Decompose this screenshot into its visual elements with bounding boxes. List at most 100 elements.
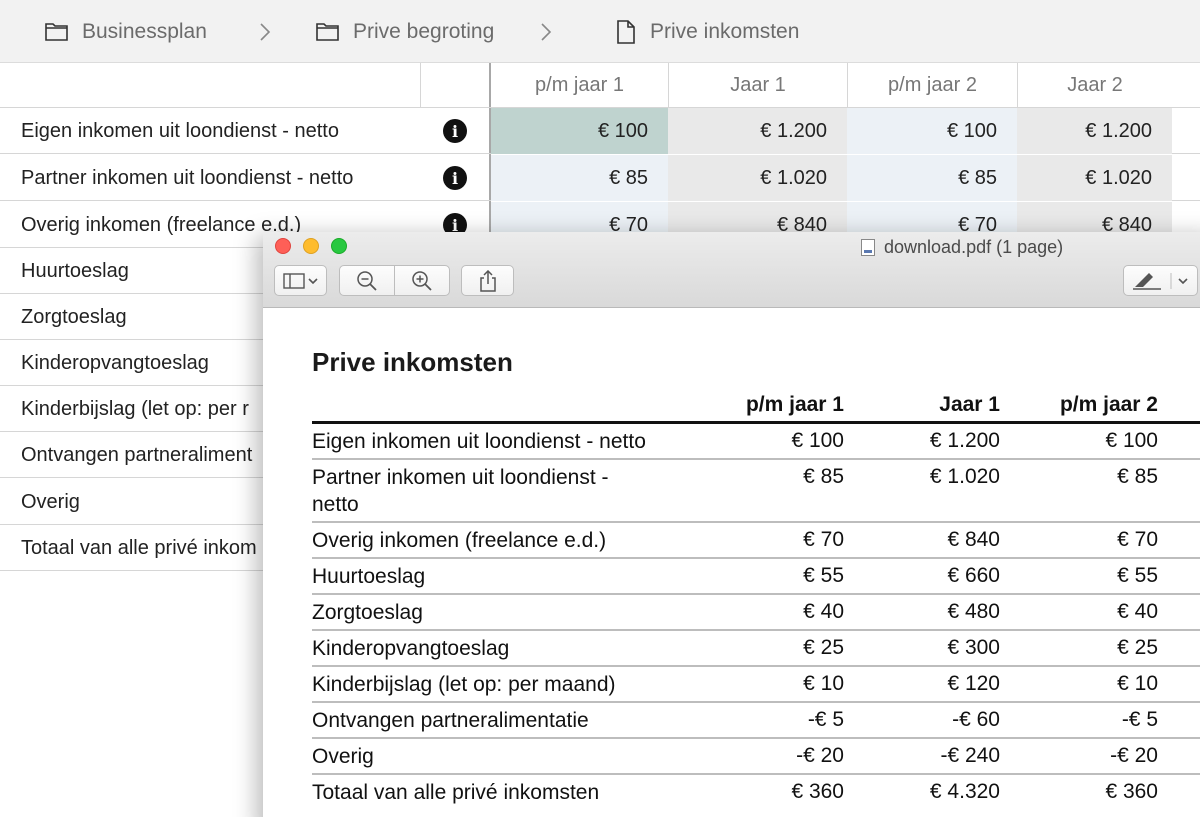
- breadcrumb-item-prive-inkomsten[interactable]: Prive inkomsten: [616, 0, 799, 63]
- table-cell: € 10: [803, 672, 844, 695]
- sheet-header-row: p/m jaar 1 Jaar 1 p/m jaar 2 Jaar 2: [0, 63, 1200, 108]
- table-cell[interactable]: € 100: [847, 108, 1017, 154]
- zoom-out-button[interactable]: [339, 265, 395, 296]
- table-cell: € 40: [803, 600, 844, 623]
- row-label: Kinderopvangtoeslag: [312, 637, 510, 660]
- breadcrumb-label: Prive inkomsten: [650, 19, 800, 43]
- preview-window: download.pdf (1 page) Prive inkomsten p/…: [263, 232, 1200, 817]
- chevron-right-icon: [540, 0, 552, 63]
- document-title: Prive inkomsten: [312, 347, 513, 377]
- table-cell: € 100: [791, 429, 844, 452]
- row-label: Zorgtoeslag: [21, 305, 127, 328]
- row-label: Zorgtoeslag: [312, 601, 423, 624]
- table-cell: € 360: [791, 780, 844, 803]
- table-cell: € 10: [1117, 672, 1158, 695]
- info-icon[interactable]: i: [443, 166, 467, 190]
- table-cell[interactable]: € 1.020: [1017, 155, 1172, 201]
- share-icon: [479, 269, 496, 292]
- table-cell[interactable]: € 85: [847, 155, 1017, 201]
- table-row: Partner inkomen uit loondienst - netto €…: [312, 460, 1200, 523]
- breadcrumb-label: Businessplan: [82, 19, 207, 43]
- breadcrumb: Businessplan Prive begroting Prive inkom…: [0, 0, 1200, 63]
- table-cell: € 55: [803, 564, 844, 587]
- table-cell: -€ 240: [940, 744, 1000, 767]
- table-cell: € 70: [1117, 528, 1158, 551]
- table-cell[interactable]: € 1.200: [1017, 108, 1172, 154]
- table-cell: € 1.020: [929, 465, 1000, 488]
- minimize-window-button[interactable]: [303, 238, 319, 254]
- column-header[interactable]: Jaar 2: [1017, 63, 1172, 108]
- zoom-window-button[interactable]: [331, 238, 347, 254]
- document-icon: [617, 19, 635, 44]
- column-header: p/m jaar 1: [745, 392, 844, 416]
- zoom-in-icon: [412, 270, 432, 291]
- column-header[interactable]: Jaar 1: [668, 63, 847, 108]
- table-cell: -€ 60: [952, 708, 1000, 731]
- table-cell: € 25: [1117, 636, 1158, 659]
- row-label: Huurtoeslag: [21, 259, 129, 282]
- breadcrumb-label: Prive begroting: [353, 19, 495, 43]
- row-label: Overig inkomen (freelance e.d.): [21, 213, 302, 236]
- close-window-button[interactable]: [275, 238, 291, 254]
- table-cell: € 85: [1117, 465, 1158, 488]
- info-icon[interactable]: i: [443, 119, 467, 143]
- pdf-file-icon: [861, 239, 875, 256]
- column-header: p/m jaar 2: [1059, 392, 1158, 416]
- window-title-text: download.pdf (1 page): [884, 237, 1064, 257]
- row-label: Kinderopvangtoeslag: [21, 351, 209, 374]
- breadcrumb-item-prive-begroting[interactable]: Prive begroting: [316, 0, 494, 63]
- column-header[interactable]: p/m jaar 1: [491, 63, 668, 108]
- row-label-line: Partner inkomen uit loondienst -: [312, 466, 609, 489]
- table-cell[interactable]: € 85: [491, 155, 668, 201]
- sidebar-toggle-icon: [282, 272, 318, 289]
- window-titlebar: download.pdf (1 page): [263, 232, 1200, 308]
- folder-icon: [45, 23, 68, 41]
- column-header[interactable]: p/m jaar 2: [847, 63, 1017, 108]
- row-label: Ontvangen partneraliment: [21, 443, 253, 466]
- row-label: Partner inkomen uit loondienst - netto: [21, 166, 354, 189]
- row-label: Overig inkomen (freelance e.d.): [312, 529, 607, 552]
- table-cell: € 4.320: [929, 780, 1000, 803]
- table-cell: € 300: [947, 636, 1000, 659]
- table-cell: € 480: [947, 600, 1000, 623]
- table-row: Overig inkomen (freelance e.d.) € 70 € 8…: [312, 523, 1200, 559]
- table-row: Eigen inkomen uit loondienst - netto € 1…: [312, 424, 1200, 460]
- share-button[interactable]: [461, 265, 514, 296]
- breadcrumb-item-businessplan[interactable]: Businessplan: [45, 0, 207, 63]
- row-label: Overig: [312, 745, 374, 768]
- table-row: Overig -€ 20 -€ 240 -€ 20: [312, 739, 1200, 775]
- row-label: Partner inkomen uit loondienst - netto: [312, 464, 609, 518]
- zoom-in-button[interactable]: [394, 265, 450, 296]
- table-cell: -€ 20: [796, 744, 844, 767]
- row-label: Overig: [21, 490, 80, 513]
- table-cell: € 360: [1105, 780, 1158, 803]
- table-cell: € 70: [803, 528, 844, 551]
- row-label: Totaal van alle privé inkom: [21, 536, 257, 559]
- chevron-right-icon: [259, 0, 271, 63]
- table-cell: € 85: [803, 465, 844, 488]
- pdf-table-header: p/m jaar 1 Jaar 1 p/m jaar 2: [312, 388, 1200, 424]
- row-label: Huurtoeslag: [312, 565, 426, 588]
- table-cell: € 25: [803, 636, 844, 659]
- table-cell: € 840: [947, 528, 1000, 551]
- table-row: Huurtoeslag € 55 € 660 € 55: [312, 559, 1200, 595]
- markup-pen-icon: [1132, 272, 1188, 290]
- table-cell[interactable]: € 100: [491, 108, 668, 154]
- table-cell: € 100: [1105, 429, 1158, 452]
- sidebar-toggle-button[interactable]: [274, 265, 327, 296]
- table-cell: € 660: [947, 564, 1000, 587]
- table-row: Totaal van alle privé inkomsten € 360 € …: [312, 775, 1200, 811]
- markup-button[interactable]: [1123, 265, 1198, 296]
- table-cell[interactable]: € 1.020: [668, 155, 847, 201]
- table-cell[interactable]: € 1.200: [668, 108, 847, 154]
- row-label: Ontvangen partneralimentatie: [312, 709, 589, 732]
- table-cell: € 120: [947, 672, 1000, 695]
- table-cell: € 40: [1117, 600, 1158, 623]
- folder-icon: [316, 23, 339, 41]
- row-label: Totaal van alle privé inkomsten: [312, 781, 600, 804]
- table-row: Partner inkomen uit loondienst - netto i…: [0, 155, 1200, 201]
- table-row: Zorgtoeslag € 40 € 480 € 40: [312, 595, 1200, 631]
- row-label: Eigen inkomen uit loondienst - netto: [312, 430, 646, 453]
- table-row: Ontvangen partneralimentatie -€ 5 -€ 60 …: [312, 703, 1200, 739]
- row-label: Kinderbijslag (let op: per r: [21, 397, 249, 420]
